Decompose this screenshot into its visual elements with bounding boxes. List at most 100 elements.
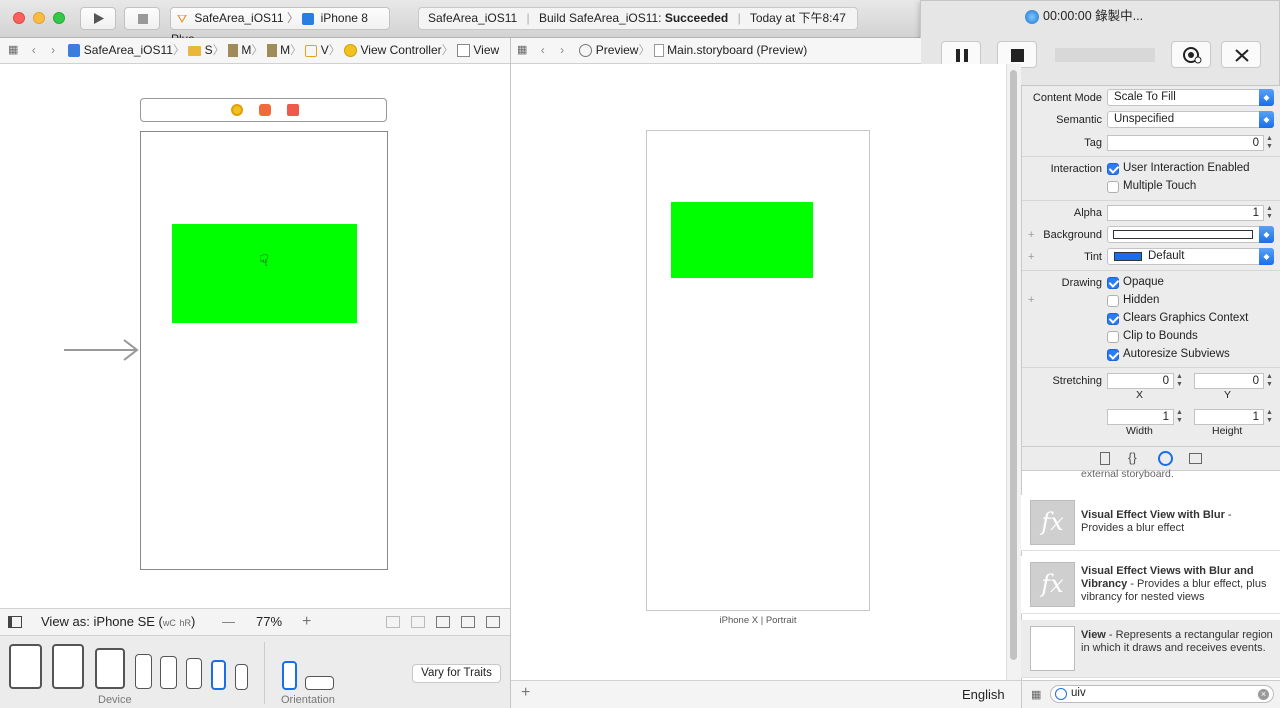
back-icon[interactable]: ‹	[541, 38, 545, 63]
stretch-x-field[interactable]: 0	[1107, 373, 1174, 389]
forward-icon[interactable]: ›	[560, 38, 564, 63]
clear-filter-icon[interactable]: ×	[1258, 689, 1269, 700]
iphone-se-device[interactable]	[211, 660, 226, 690]
grid-icon[interactable]: ▦	[1031, 688, 1041, 701]
stretch-width-field[interactable]: 1	[1107, 409, 1174, 425]
jump-folder[interactable]: S	[205, 43, 213, 57]
semantic-popup[interactable]: Unspecified ◆	[1107, 111, 1274, 128]
background-color-well[interactable]: ◆	[1107, 226, 1274, 243]
hidden-checkbox[interactable]	[1107, 295, 1119, 307]
jump-file-2[interactable]: M	[280, 43, 290, 57]
landscape-orientation[interactable]	[305, 676, 334, 690]
jump-view[interactable]: View	[473, 43, 499, 57]
ipad-pro-9-device[interactable]	[95, 648, 125, 689]
preview-scrollbar[interactable]	[1006, 64, 1021, 680]
preview-bottom-bar: + English	[511, 680, 1021, 708]
stretch-height-field[interactable]: 1	[1194, 409, 1264, 425]
opaque-checkbox[interactable]	[1107, 277, 1119, 289]
library-item-view[interactable]: View - Represents a rectangular region i…	[1021, 620, 1280, 678]
grid-icon[interactable]: ▦	[517, 38, 527, 63]
user-interaction-checkbox[interactable]	[1107, 163, 1119, 175]
update-frames-icon[interactable]	[386, 616, 400, 628]
embed-stack-icon[interactable]	[411, 616, 425, 628]
stretch-x-stepper[interactable]: ▲ ▼	[1175, 373, 1184, 389]
recorder-title: 00:00:00 錄製中...	[1025, 5, 1143, 24]
close-window-button[interactable]	[13, 12, 25, 24]
width-label: Width	[1126, 425, 1153, 437]
target-icon[interactable]	[1158, 451, 1173, 466]
preview-icon	[579, 44, 593, 58]
grid-icon[interactable]: ▦	[8, 38, 18, 63]
ipad-pro-12-device[interactable]	[9, 644, 42, 689]
stretch-y-field[interactable]: 0	[1194, 373, 1264, 389]
library-filter-field[interactable]: uiv ×	[1050, 685, 1274, 703]
status-divider: |	[737, 11, 741, 25]
green-view[interactable]	[172, 224, 357, 323]
library-item-text: View - Represents a rectangular region i…	[1081, 629, 1273, 654]
minimize-window-button[interactable]	[33, 12, 45, 24]
jump-storyboard-preview[interactable]: Main.storyboard (Preview)	[667, 43, 807, 57]
clip-bounds-checkbox[interactable]	[1107, 331, 1119, 343]
tint-popup[interactable]: Default ◆	[1107, 248, 1274, 265]
zoom-window-button[interactable]	[53, 12, 65, 24]
iphone-8-device[interactable]	[160, 656, 177, 689]
content-mode-popup[interactable]: Scale To Fill ◆	[1107, 89, 1274, 106]
view-controller-icon[interactable]	[231, 104, 243, 116]
preview-language[interactable]: English	[962, 687, 1005, 702]
alpha-stepper[interactable]: ▲ ▼	[1265, 205, 1274, 221]
recorder-title-text: 00:00:00 錄製中...	[1043, 9, 1144, 23]
chevron-updown-icon: ◆	[1259, 226, 1274, 243]
library-item-text: Visual Effect View with Blur - Provides …	[1081, 509, 1232, 534]
iphone-8-plus-device[interactable]	[135, 654, 152, 689]
stretch-width-stepper[interactable]: ▲ ▼	[1175, 409, 1184, 425]
multiple-touch-checkbox[interactable]	[1107, 181, 1119, 193]
stop-button[interactable]	[124, 7, 160, 30]
alpha-field[interactable]: 1	[1107, 205, 1264, 221]
add-variation-button[interactable]: +	[1028, 294, 1034, 306]
library-item-vibrancy[interactable]: fx Visual Effect Views with Blur and Vib…	[1021, 556, 1280, 614]
add-preview-button[interactable]: +	[521, 684, 530, 702]
first-responder-icon[interactable]	[259, 104, 271, 116]
pin-icon[interactable]	[461, 616, 475, 628]
jump-project[interactable]: SafeArea_iOS11	[84, 43, 173, 57]
view-as-label[interactable]: View as: iPhone SE (wC hR)	[41, 609, 195, 636]
stretch-height-stepper[interactable]: ▲ ▼	[1265, 409, 1274, 425]
preview-canvas: iPhone X | Portrait	[511, 64, 1006, 680]
tag-field[interactable]: 0	[1107, 135, 1264, 151]
close-recorder-button[interactable]	[1221, 41, 1261, 68]
library-icon[interactable]	[1189, 453, 1202, 464]
tag-stepper[interactable]: ▲ ▼	[1265, 135, 1274, 151]
device-divider	[264, 642, 265, 704]
portrait-orientation[interactable]	[282, 661, 297, 690]
vary-for-traits-button[interactable]: Vary for Traits	[412, 664, 501, 683]
align-icon[interactable]	[436, 616, 450, 628]
jump-scene[interactable]: V	[321, 43, 329, 57]
jump-file-1[interactable]: M	[241, 43, 251, 57]
braces-icon[interactable]: {}	[1128, 450, 1137, 465]
back-icon[interactable]: ‹	[32, 38, 36, 63]
autoresize-checkbox[interactable]	[1107, 349, 1119, 361]
storyboard-canvas[interactable]: ☟	[0, 64, 510, 608]
view-controller-scene[interactable]: ☟	[140, 131, 388, 570]
file-icon[interactable]	[1100, 452, 1110, 465]
resolve-issues-icon[interactable]	[486, 616, 500, 628]
zoom-in-button[interactable]: +	[302, 609, 311, 635]
library-item-blur[interactable]: fx Visual Effect View with Blur - Provid…	[1021, 495, 1280, 551]
camera-button[interactable]	[1171, 41, 1211, 68]
exit-icon[interactable]	[287, 104, 299, 116]
chevron-updown-icon: ◆	[1259, 89, 1274, 106]
chevron-updown-icon: ◆	[1259, 248, 1274, 265]
scheme-selector[interactable]: ⛛ SafeArea_iOS11 〉 iPhone 8 Plus	[170, 7, 390, 46]
iphone-x-device[interactable]	[186, 658, 202, 689]
clears-context-checkbox[interactable]	[1107, 313, 1119, 325]
forward-icon[interactable]: ›	[51, 38, 55, 63]
scroll-thumb[interactable]	[1010, 70, 1017, 660]
stretch-y-stepper[interactable]: ▲ ▼	[1265, 373, 1274, 389]
ipad-pro-10-device[interactable]	[52, 644, 84, 689]
jump-preview[interactable]: Preview	[596, 43, 639, 57]
outline-toggle-icon[interactable]	[8, 616, 22, 628]
iphone-4s-device[interactable]	[235, 664, 248, 690]
run-button[interactable]	[80, 7, 116, 30]
jump-view-controller[interactable]: View Controller	[361, 43, 442, 57]
zoom-out-button[interactable]: —	[222, 609, 235, 635]
